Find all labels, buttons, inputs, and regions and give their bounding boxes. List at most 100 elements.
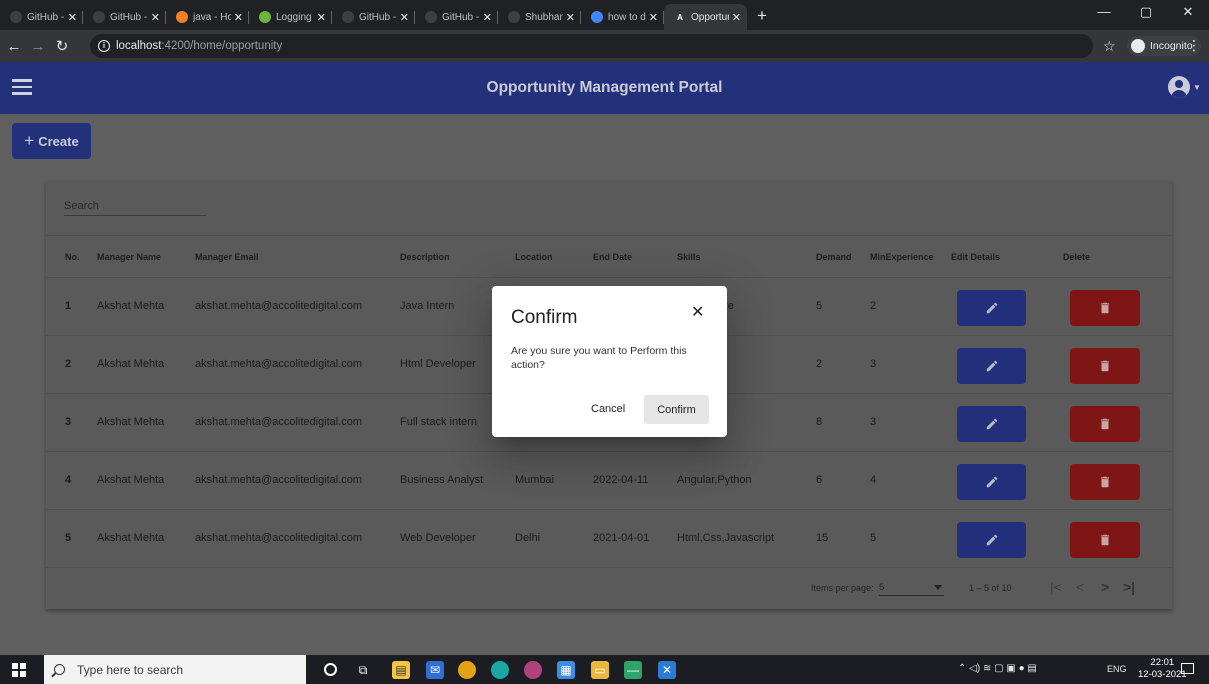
dialog-title: Confirm (511, 307, 578, 328)
tab-close-icon[interactable]: ✕ (400, 11, 409, 24)
terminal-icon[interactable]: ▦ (557, 661, 575, 679)
next-page-icon[interactable]: > (1101, 579, 1109, 595)
tab-close-icon[interactable]: ✕ (151, 11, 160, 24)
tab-close-icon[interactable]: ✕ (649, 11, 658, 24)
cell-description: Business Analyst (400, 474, 484, 486)
column-header[interactable]: Edit Details (951, 252, 1000, 262)
cell-no: 4 (65, 474, 72, 486)
search-input[interactable]: Search (64, 200, 206, 216)
vscode-icon[interactable]: ✕ (658, 661, 676, 679)
column-header[interactable]: Manager Email (195, 252, 259, 262)
tab-close-icon[interactable]: ✕ (234, 11, 243, 24)
page-size-select[interactable]: 5 (879, 582, 944, 596)
column-header[interactable]: End Date (593, 252, 632, 262)
browser-tab[interactable]: A OpportunityM✕ (664, 4, 747, 30)
column-header[interactable]: Location (515, 252, 553, 262)
edit-button[interactable] (957, 348, 1026, 384)
browser-tab[interactable]: GitHub - Gauro✕ (332, 4, 415, 30)
browser-tab[interactable]: Logging in Spri✕ (249, 4, 332, 30)
cell-no: 1 (65, 300, 72, 312)
page-range-label: 1 – 5 of 10 (969, 583, 1012, 593)
tab-close-icon[interactable]: ✕ (483, 11, 492, 24)
account-menu-caret-icon[interactable]: ▼ (1193, 83, 1201, 92)
edit-button[interactable] (957, 406, 1026, 442)
browser-tab[interactable]: GitHub - Shubh✕ (415, 4, 498, 30)
forward-icon[interactable]: → (28, 38, 48, 55)
edit-button[interactable] (957, 522, 1026, 558)
cortana-icon[interactable] (324, 663, 337, 676)
address-bar[interactable]: i localhost:4200/home/opportunity (90, 34, 1093, 58)
incognito-icon (1131, 39, 1145, 53)
close-window-icon[interactable]: ✕ (1167, 0, 1209, 26)
close-icon[interactable]: ✕ (691, 302, 704, 322)
chrome-icon[interactable] (524, 661, 542, 679)
previous-page-icon[interactable]: < (1076, 579, 1084, 595)
tab-close-icon[interactable]: ✕ (566, 11, 575, 24)
delete-button[interactable] (1070, 348, 1140, 384)
edit-button[interactable] (957, 290, 1026, 326)
browser-tab[interactable]: GitHub - aagar✕ (0, 4, 83, 30)
browser-tab[interactable]: java - How do✕ (166, 4, 249, 30)
browser-tab[interactable]: how to do logg✕ (581, 4, 664, 30)
clock-date: 12-03-2021 (1138, 669, 1187, 680)
file-explorer-icon[interactable]: ▭ (591, 661, 609, 679)
minimize-icon[interactable]: — (1083, 0, 1125, 26)
delete-button[interactable] (1070, 464, 1140, 500)
tab-close-icon[interactable]: ✕ (732, 11, 741, 24)
bookmark-star-icon[interactable]: ☆ (1103, 38, 1116, 55)
cell-description: Html Developer (400, 358, 476, 370)
edge-icon[interactable] (491, 661, 509, 679)
task-view-icon[interactable]: ⧉ (354, 661, 372, 679)
account-icon[interactable] (1168, 76, 1190, 98)
edit-button[interactable] (957, 464, 1026, 500)
delete-button[interactable] (1070, 406, 1140, 442)
cancel-button[interactable]: Cancel (585, 397, 631, 421)
taskbar-clock[interactable]: 22:01 12-03-2021 (1138, 657, 1187, 681)
browser-tab-label: ShubhamKuma (525, 11, 563, 23)
create-button[interactable]: + Create (12, 123, 91, 159)
system-tray-icons[interactable]: ⌃ ◁) ≋ ▢ ▣ ● ▤ (958, 663, 1037, 674)
table-row: 4 Akshat Mehta akshat.mehta@accolitedigita… (46, 452, 1172, 510)
browser-tab[interactable]: GitHub - Sanya✕ (83, 4, 166, 30)
tab-close-icon[interactable]: ✕ (68, 11, 77, 24)
new-tab-button[interactable]: + (747, 4, 777, 30)
browser-tab-label: Logging in Spri (276, 11, 314, 23)
store-icon[interactable]: ▤ (392, 661, 410, 679)
delete-button[interactable] (1070, 290, 1140, 326)
site-info-icon[interactable]: i (98, 40, 110, 52)
column-header[interactable]: Manager Name (97, 252, 161, 262)
reload-icon[interactable]: ↻ (52, 37, 72, 55)
mail-icon[interactable]: ✉ (426, 661, 444, 679)
browser-tab[interactable]: ShubhamKuma✕ (498, 4, 581, 30)
maximize-icon[interactable]: ▢ (1125, 0, 1167, 26)
column-header[interactable]: No. (65, 252, 80, 262)
trash-icon (1100, 476, 1110, 488)
tab-close-icon[interactable]: ✕ (317, 11, 326, 24)
language-indicator[interactable]: ENG (1107, 664, 1127, 674)
first-page-icon[interactable]: |< (1050, 579, 1062, 595)
trash-icon (1100, 302, 1110, 314)
column-header[interactable]: MinExperience (870, 252, 934, 262)
column-header[interactable]: Delete (1063, 252, 1090, 262)
column-header[interactable]: Demand (816, 252, 852, 262)
angular-icon: A (674, 11, 686, 23)
clock-time: 22:01 (1150, 657, 1175, 668)
windows-start-icon[interactable] (12, 663, 26, 677)
dialog-message: Are you sure you want to Perform this ac… (511, 345, 687, 371)
github-icon (425, 11, 437, 23)
browser-tab-label: GitHub - Sanya (110, 11, 148, 23)
pencil-icon (986, 534, 997, 546)
column-header[interactable]: Skills (677, 252, 701, 262)
trash-icon (1100, 534, 1110, 546)
confirm-button[interactable]: Confirm (644, 395, 709, 424)
chrome-canary-icon[interactable] (458, 661, 476, 679)
back-icon[interactable]: ← (4, 38, 24, 55)
notification-icon[interactable] (1181, 663, 1194, 674)
spring-icon (259, 11, 271, 23)
delete-button[interactable] (1070, 522, 1140, 558)
column-header[interactable]: Description (400, 252, 450, 262)
browser-menu-icon[interactable]: ⋮ (1187, 37, 1201, 54)
last-page-icon[interactable]: >| (1123, 579, 1135, 595)
eclipse-icon[interactable]: — (624, 661, 642, 679)
taskbar-search-input[interactable]: Type here to search (44, 655, 306, 684)
